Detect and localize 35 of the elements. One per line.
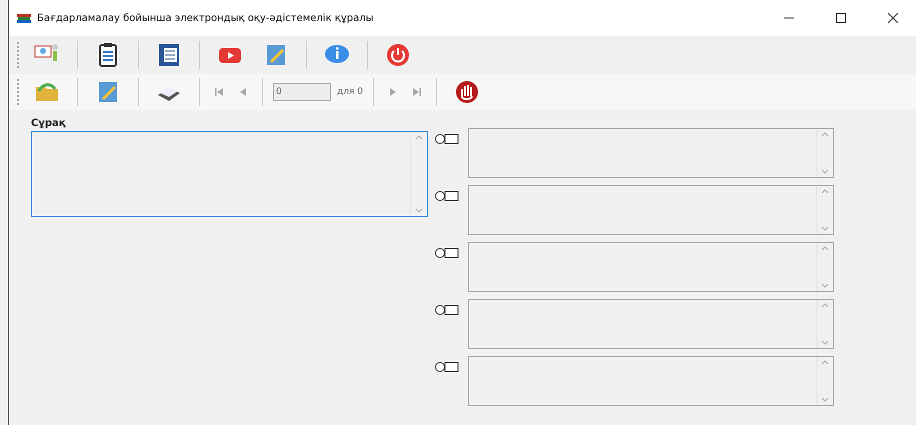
answer-field[interactable] [468,299,834,349]
answer-field[interactable] [468,185,834,235]
window-title: Бағдарламалау бойынша электрондық оқу-әдістемелік құралы [37,12,375,24]
power-icon [384,42,412,68]
answer-field[interactable] [468,356,834,406]
scroll-down-icon[interactable] [821,169,829,174]
answer-option-icon[interactable] [434,305,460,315]
scroll-down-icon[interactable] [821,283,829,288]
position-field[interactable]: 0 [273,83,331,101]
scroll-up-icon[interactable] [821,360,829,365]
record-count: для 0 [337,87,363,97]
question-label: Сұрақ [31,118,67,129]
books-icon [17,12,31,24]
scroll-down-icon[interactable] [415,208,423,213]
scroll-up-icon[interactable] [821,246,829,251]
scroll-up-icon[interactable] [415,135,423,140]
scroll-up-icon[interactable] [821,132,829,137]
close-icon [888,13,898,23]
scroll-up-icon[interactable] [821,303,829,308]
answer-option-icon[interactable] [434,362,460,372]
scroll-down-icon[interactable] [821,397,829,402]
answer-option-icon[interactable] [434,248,460,258]
scroll-up-icon[interactable] [821,189,829,194]
skip-back-icon [215,88,223,96]
triangle-right-icon [390,88,396,96]
scroll-down-icon[interactable] [821,226,829,231]
answer-option-icon[interactable] [434,134,460,144]
answer-field[interactable] [468,242,834,292]
maximize-icon [836,13,846,23]
question-field[interactable] [31,131,428,217]
scroll-down-icon[interactable] [821,340,829,345]
skip-forward-icon [412,88,421,96]
answer-option-icon[interactable] [434,191,460,201]
answer-field[interactable] [468,128,834,178]
triangle-left-icon [240,88,246,96]
